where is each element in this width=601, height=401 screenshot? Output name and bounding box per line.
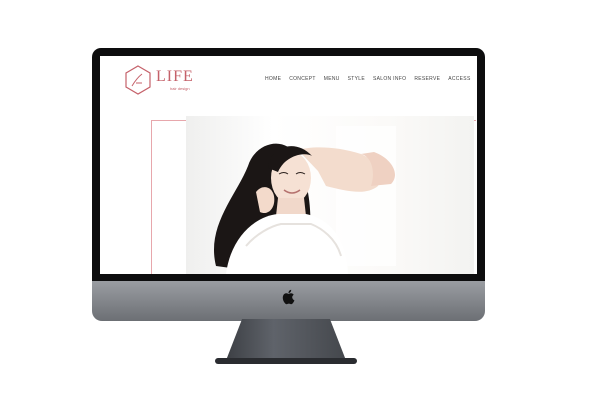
monitor-stand-base	[215, 358, 357, 364]
logo-subtitle: hair design	[170, 86, 190, 91]
nav-access[interactable]: ACCESS	[448, 76, 470, 82]
site-logo[interactable]: LIFE hair design	[124, 65, 214, 97]
woman-portrait-photo	[213, 126, 396, 274]
nav-concept[interactable]: CONCEPT	[289, 76, 316, 82]
hero-image	[186, 116, 474, 274]
nav-menu[interactable]: MENU	[324, 76, 340, 82]
hexagon-logo-icon	[125, 65, 151, 95]
main-navigation: HOME CONCEPT MENU STYLE SALON INFO RESER…	[265, 76, 471, 82]
nav-salon-info[interactable]: SALON INFO	[373, 76, 406, 82]
website-screen: LIFE hair design HOME CONCEPT MENU STYLE…	[100, 56, 477, 274]
nav-home[interactable]: HOME	[265, 76, 281, 82]
logo-text: LIFE	[156, 68, 194, 85]
imac-monitor: LIFE hair design HOME CONCEPT MENU STYLE…	[92, 48, 485, 323]
apple-icon	[282, 289, 295, 305]
nav-style[interactable]: STYLE	[348, 76, 365, 82]
monitor-bezel: LIFE hair design HOME CONCEPT MENU STYLE…	[92, 48, 485, 283]
nav-reserve[interactable]: RESERVE	[414, 76, 440, 82]
monitor-stand-neck	[225, 319, 347, 363]
